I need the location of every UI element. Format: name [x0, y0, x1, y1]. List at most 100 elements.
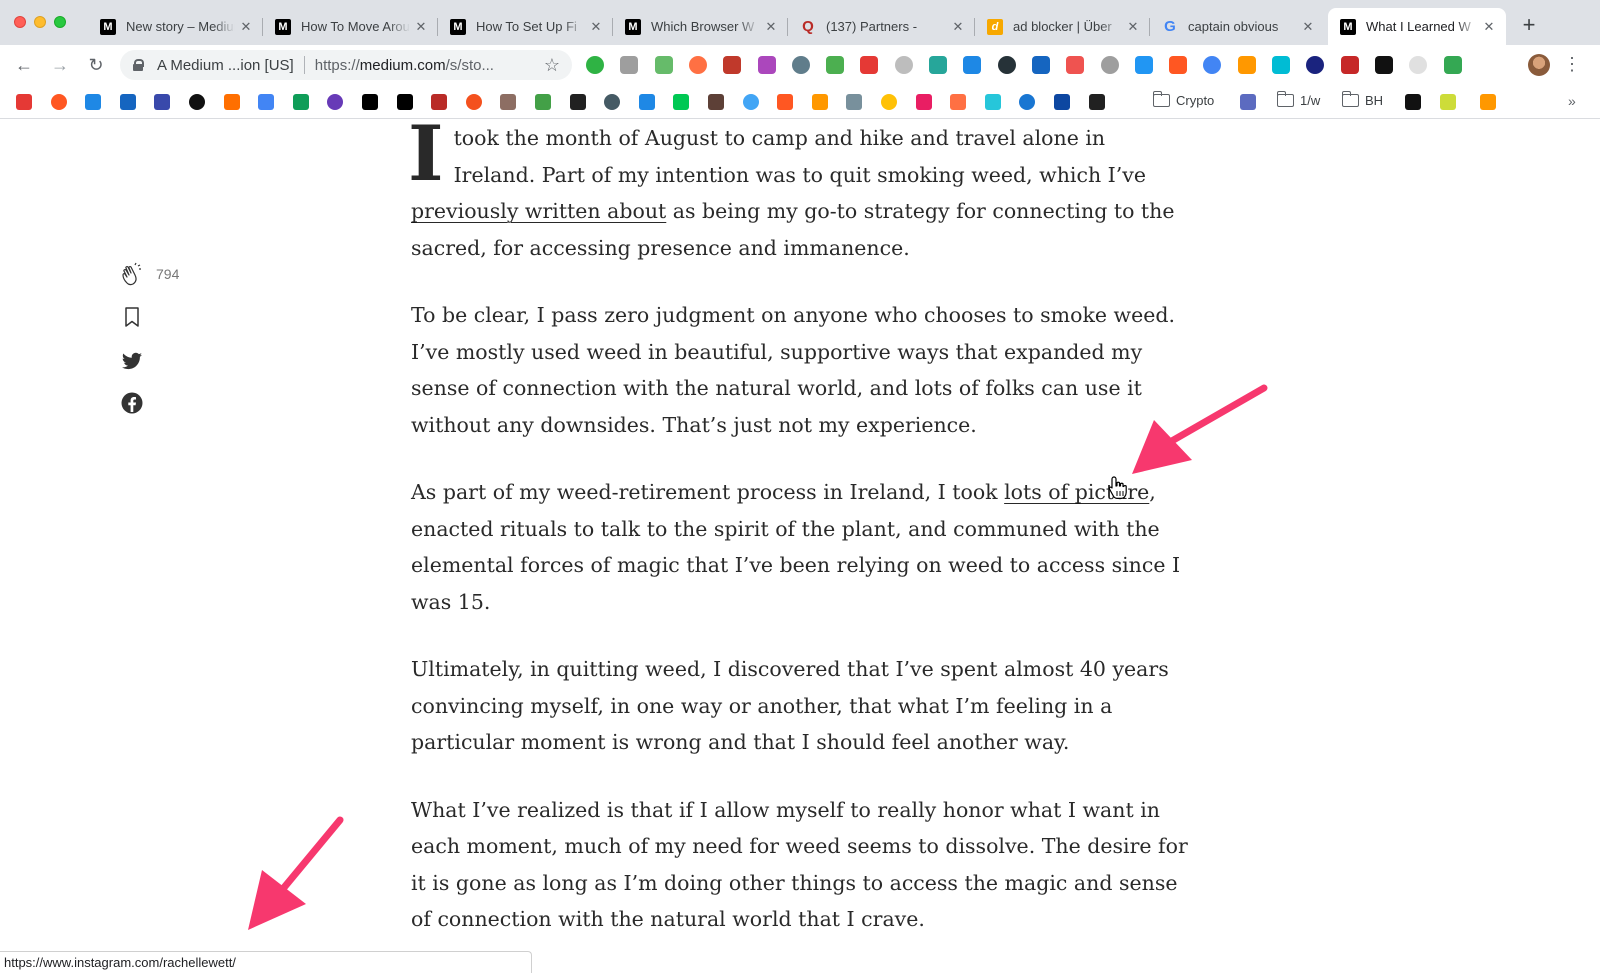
- extension-icon[interactable]: [620, 56, 639, 74]
- browser-menu-icon[interactable]: ⋮: [1563, 53, 1581, 77]
- bookmark-favicon[interactable]: [915, 94, 932, 110]
- extension-icon[interactable]: [1443, 56, 1462, 74]
- bookmark-favicon[interactable]: [1440, 94, 1456, 110]
- inline-link[interactable]: previously written about: [411, 199, 666, 223]
- clap-widget[interactable]: 794: [120, 262, 179, 286]
- bookmark-favicon[interactable]: [292, 94, 309, 110]
- close-tab-icon[interactable]: ✕: [764, 19, 778, 35]
- bookmarks-overflow-icon[interactable]: »: [1568, 93, 1576, 109]
- minimize-window-button[interactable]: [34, 16, 46, 28]
- close-tab-icon[interactable]: ✕: [1126, 19, 1140, 35]
- extension-icon[interactable]: [1272, 56, 1290, 74]
- tab-6[interactable]: G captain obvious ✕: [1150, 8, 1325, 45]
- reload-icon[interactable]: ↻: [84, 53, 108, 77]
- close-tab-icon[interactable]: ✕: [951, 19, 965, 35]
- clap-icon[interactable]: [120, 262, 144, 286]
- close-tab-icon[interactable]: ✕: [239, 19, 253, 35]
- tab-3[interactable]: M Which Browser W ✕: [613, 8, 788, 45]
- tab-4[interactable]: Q (137) Partners - ✕: [788, 8, 975, 45]
- bookmark-favicon[interactable]: [742, 94, 759, 110]
- close-tab-icon[interactable]: ✕: [1482, 19, 1496, 35]
- tab-5[interactable]: d ad blocker | Über ✕: [975, 8, 1150, 45]
- bookmark-favicon[interactable]: [119, 94, 136, 110]
- bookmark-icon[interactable]: [120, 305, 144, 329]
- bookmark-favicon[interactable]: [811, 94, 828, 110]
- facebook-share-button[interactable]: [120, 391, 144, 420]
- bookmark-favicon[interactable]: [189, 94, 205, 110]
- bookmark-favicon[interactable]: [1405, 94, 1421, 110]
- extension-icon[interactable]: [826, 56, 845, 74]
- extension-icon[interactable]: [1237, 56, 1256, 74]
- bookmark-favicon[interactable]: [1019, 94, 1036, 110]
- facebook-icon[interactable]: [120, 391, 144, 415]
- bookmark-favicon[interactable]: [1054, 94, 1070, 110]
- close-tab-icon[interactable]: ✕: [1301, 19, 1315, 35]
- site-identity-label[interactable]: A Medium ...ion [US]: [157, 57, 294, 74]
- bookmark-favicon[interactable]: [535, 94, 551, 110]
- bookmark-folder-bh[interactable]: BH: [1341, 91, 1383, 108]
- bookmark-favicon[interactable]: [465, 94, 482, 110]
- extension-icon[interactable]: [997, 56, 1016, 74]
- bookmark-favicon[interactable]: [984, 94, 1001, 110]
- extension-icon[interactable]: [1066, 56, 1085, 74]
- extension-icon[interactable]: [791, 56, 810, 74]
- back-arrow-icon[interactable]: ←: [12, 53, 36, 77]
- extension-icon[interactable]: [688, 56, 707, 74]
- extension-icon[interactable]: [586, 56, 604, 74]
- bookmark-favicon[interactable]: [431, 94, 448, 110]
- close-window-button[interactable]: [14, 16, 26, 28]
- maximize-window-button[interactable]: [54, 16, 66, 28]
- close-tab-icon[interactable]: ✕: [414, 19, 428, 35]
- bookmark-favicon[interactable]: [777, 94, 794, 110]
- bookmark-favicon[interactable]: [258, 94, 275, 110]
- tab-1[interactable]: M How To Move Around ✕: [263, 8, 438, 45]
- close-tab-icon[interactable]: ✕: [589, 19, 603, 35]
- extension-icon[interactable]: [963, 56, 982, 74]
- bookmark-favicon[interactable]: [604, 94, 621, 110]
- extension-icon[interactable]: [1409, 56, 1428, 74]
- bookmark-favicon[interactable]: [223, 94, 240, 110]
- extension-icon[interactable]: [1306, 56, 1325, 74]
- bookmark-favicon[interactable]: [950, 94, 967, 110]
- bookmark-favicon[interactable]: [16, 94, 32, 110]
- bookmark-favicon[interactable]: [569, 94, 586, 110]
- new-tab-button[interactable]: +: [1515, 12, 1543, 40]
- bookmark-favicon[interactable]: [362, 94, 378, 110]
- address-bar[interactable]: A Medium ...ion [US] https://medium.com/…: [120, 50, 572, 80]
- bookmark-button[interactable]: [120, 305, 144, 334]
- bookmark-favicon[interactable]: [1480, 94, 1496, 110]
- extension-icon[interactable]: [1340, 56, 1359, 74]
- profile-avatar[interactable]: [1528, 54, 1550, 76]
- bookmark-favicon[interactable]: [50, 94, 67, 110]
- tab-0[interactable]: M New story – Medium ✕: [88, 8, 263, 45]
- extension-icon[interactable]: [929, 56, 947, 74]
- extension-icon[interactable]: [1134, 56, 1153, 74]
- bookmark-favicon[interactable]: [708, 94, 724, 110]
- bookmark-favicon[interactable]: [1240, 94, 1256, 110]
- bookmark-favicon[interactable]: [500, 94, 517, 110]
- bookmark-favicon[interactable]: [846, 94, 863, 110]
- bookmark-favicon[interactable]: [154, 94, 171, 110]
- extension-icon[interactable]: [1374, 56, 1393, 74]
- twitter-share-button[interactable]: [120, 349, 144, 378]
- tab-2[interactable]: M How To Set Up Fi ✕: [438, 8, 613, 45]
- bookmark-folder-crypto[interactable]: Crypto: [1152, 91, 1214, 108]
- twitter-icon[interactable]: [120, 349, 144, 373]
- extension-icon[interactable]: [757, 56, 776, 74]
- bookmark-favicon[interactable]: [396, 94, 413, 110]
- bookmark-folder-1w[interactable]: 1/w: [1276, 91, 1320, 108]
- bookmark-favicon[interactable]: [673, 94, 690, 110]
- extension-icon[interactable]: [1100, 56, 1119, 74]
- bookmark-favicon[interactable]: [85, 94, 102, 110]
- forward-arrow-icon[interactable]: →: [48, 53, 72, 77]
- bookmark-star-icon[interactable]: ☆: [544, 55, 560, 76]
- extension-icon[interactable]: [1203, 56, 1222, 74]
- extension-icon[interactable]: [1031, 56, 1050, 74]
- bookmark-favicon[interactable]: [327, 94, 344, 110]
- bookmark-favicon[interactable]: [1088, 94, 1105, 110]
- extension-icon[interactable]: [860, 56, 879, 74]
- extension-icon[interactable]: [894, 56, 913, 74]
- tab-7-active[interactable]: M What I Learned W ✕: [1328, 8, 1506, 45]
- bookmark-favicon[interactable]: [881, 94, 897, 110]
- extension-icon[interactable]: [654, 56, 673, 74]
